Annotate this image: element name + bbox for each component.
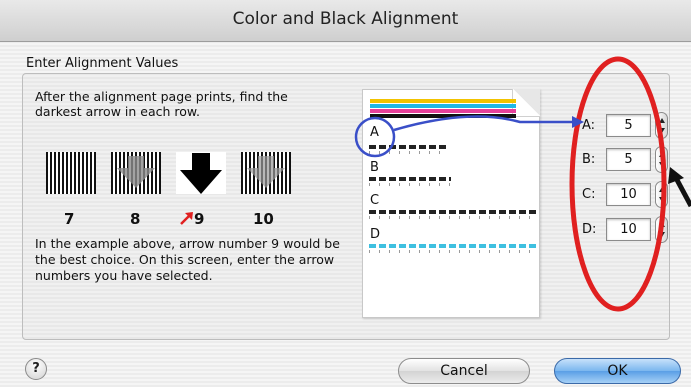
ok-button[interactable]: OK [554,358,681,384]
help-button[interactable]: ? [25,358,47,380]
blue-callout-line [393,115,576,132]
black-pointer-line [673,176,691,208]
red-highlight-ellipse [569,56,667,312]
cancel-button[interactable]: Cancel [398,358,530,384]
blue-callout-circle [354,116,396,158]
annotation-overlay [354,56,691,312]
